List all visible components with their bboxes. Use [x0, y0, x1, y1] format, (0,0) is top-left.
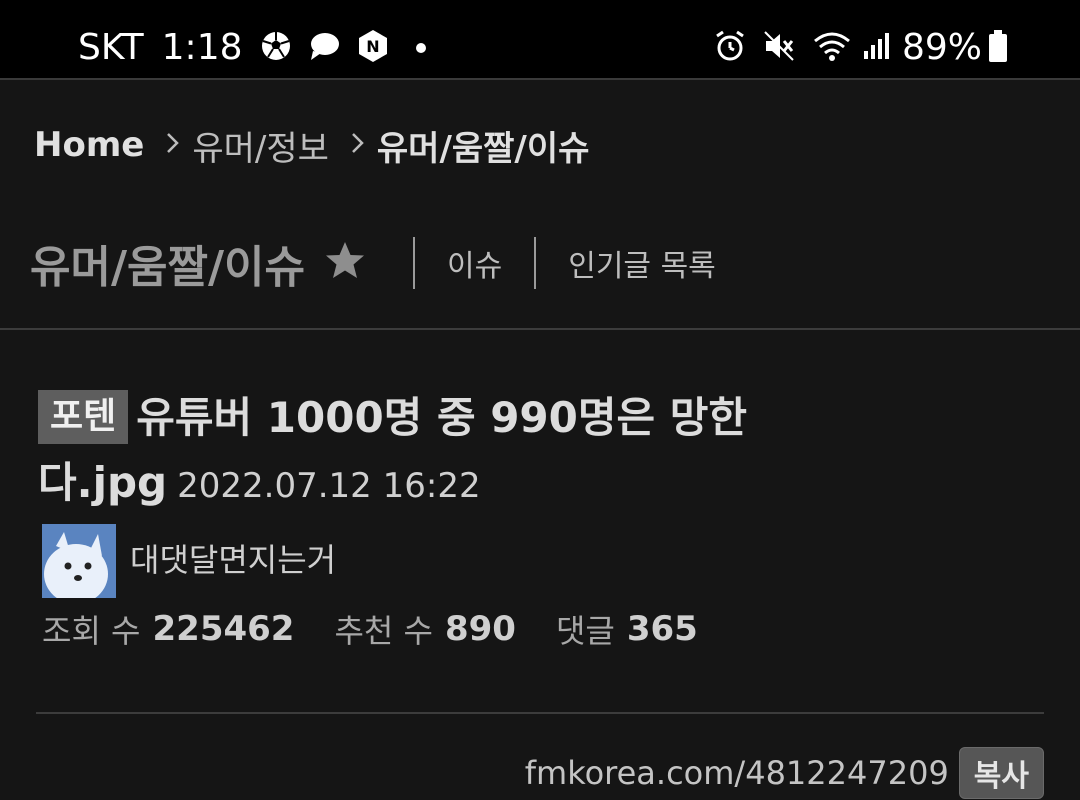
breadcrumb-section-link[interactable]: 유머/정보	[192, 121, 329, 170]
signal-icon	[862, 31, 892, 65]
mute-icon	[762, 29, 796, 67]
views-label: 조회 수	[42, 612, 141, 650]
status-bar-right: 89%	[700, 24, 1008, 72]
board-header: 유머/움짤/이슈 이슈 인기글 목록	[30, 228, 716, 298]
battery-icon	[988, 29, 1008, 67]
category-badge: 포텐	[38, 390, 129, 444]
chevron-right-icon	[351, 131, 365, 159]
comments-count[interactable]: 365	[627, 609, 698, 649]
wifi-icon	[812, 29, 852, 67]
naver-icon: N	[355, 28, 391, 68]
svg-text:N: N	[366, 37, 379, 56]
content-divider	[36, 712, 1044, 714]
status-bar-left: SKT 1:18 N	[78, 24, 427, 72]
board-title[interactable]: 유머/움짤/이슈	[30, 231, 305, 295]
board-link-divider	[413, 237, 416, 289]
post-url[interactable]: fmkorea.com/4812247209	[525, 754, 949, 792]
board-link-divider	[534, 237, 537, 289]
recommends-count: 890	[444, 609, 516, 649]
post-date: 2022.07.12 16:22	[177, 466, 481, 506]
post-stats: 조회 수 225462 추천 수 890 댓글 365	[42, 604, 698, 654]
board-link-popular-list[interactable]: 인기글 목록	[568, 241, 716, 285]
avatar[interactable]	[42, 524, 116, 598]
post-title-block: 포텐 유튜버 1000명 중 990명은 망한다.jpg 2022.07.12 16…	[38, 390, 1048, 520]
recommends-label: 추천 수	[334, 612, 433, 650]
comments-label: 댓글	[555, 612, 615, 650]
chat-bubble-icon	[307, 29, 341, 67]
author-name[interactable]: 대댓달면지는거	[130, 535, 336, 581]
status-bar: SKT 1:18 N 89%	[0, 0, 1080, 78]
author-row: 대댓달면지는거	[42, 524, 336, 598]
battery-percent: 89%	[901, 27, 982, 68]
breadcrumb-home-link[interactable]: Home	[34, 125, 144, 165]
breadcrumb: Home 유머/정보 유머/움짤/이슈	[34, 120, 589, 170]
soccer-ball-icon	[259, 29, 293, 67]
views-count: 225462	[152, 609, 295, 649]
status-bar-divider	[0, 78, 1080, 80]
copy-url-button[interactable]: 복사	[958, 747, 1044, 799]
dot-icon	[415, 39, 427, 58]
chevron-right-icon	[166, 131, 180, 159]
alarm-icon	[714, 29, 746, 67]
carrier-label: SKT	[78, 27, 144, 68]
board-link-issue[interactable]: 이슈	[447, 241, 502, 285]
post-url-row: fmkorea.com/4812247209 복사	[525, 746, 1044, 800]
breadcrumb-current-link[interactable]: 유머/움짤/이슈	[377, 121, 590, 170]
board-header-divider	[0, 328, 1080, 330]
star-icon[interactable]	[323, 239, 367, 287]
clock: 1:18	[161, 27, 243, 68]
